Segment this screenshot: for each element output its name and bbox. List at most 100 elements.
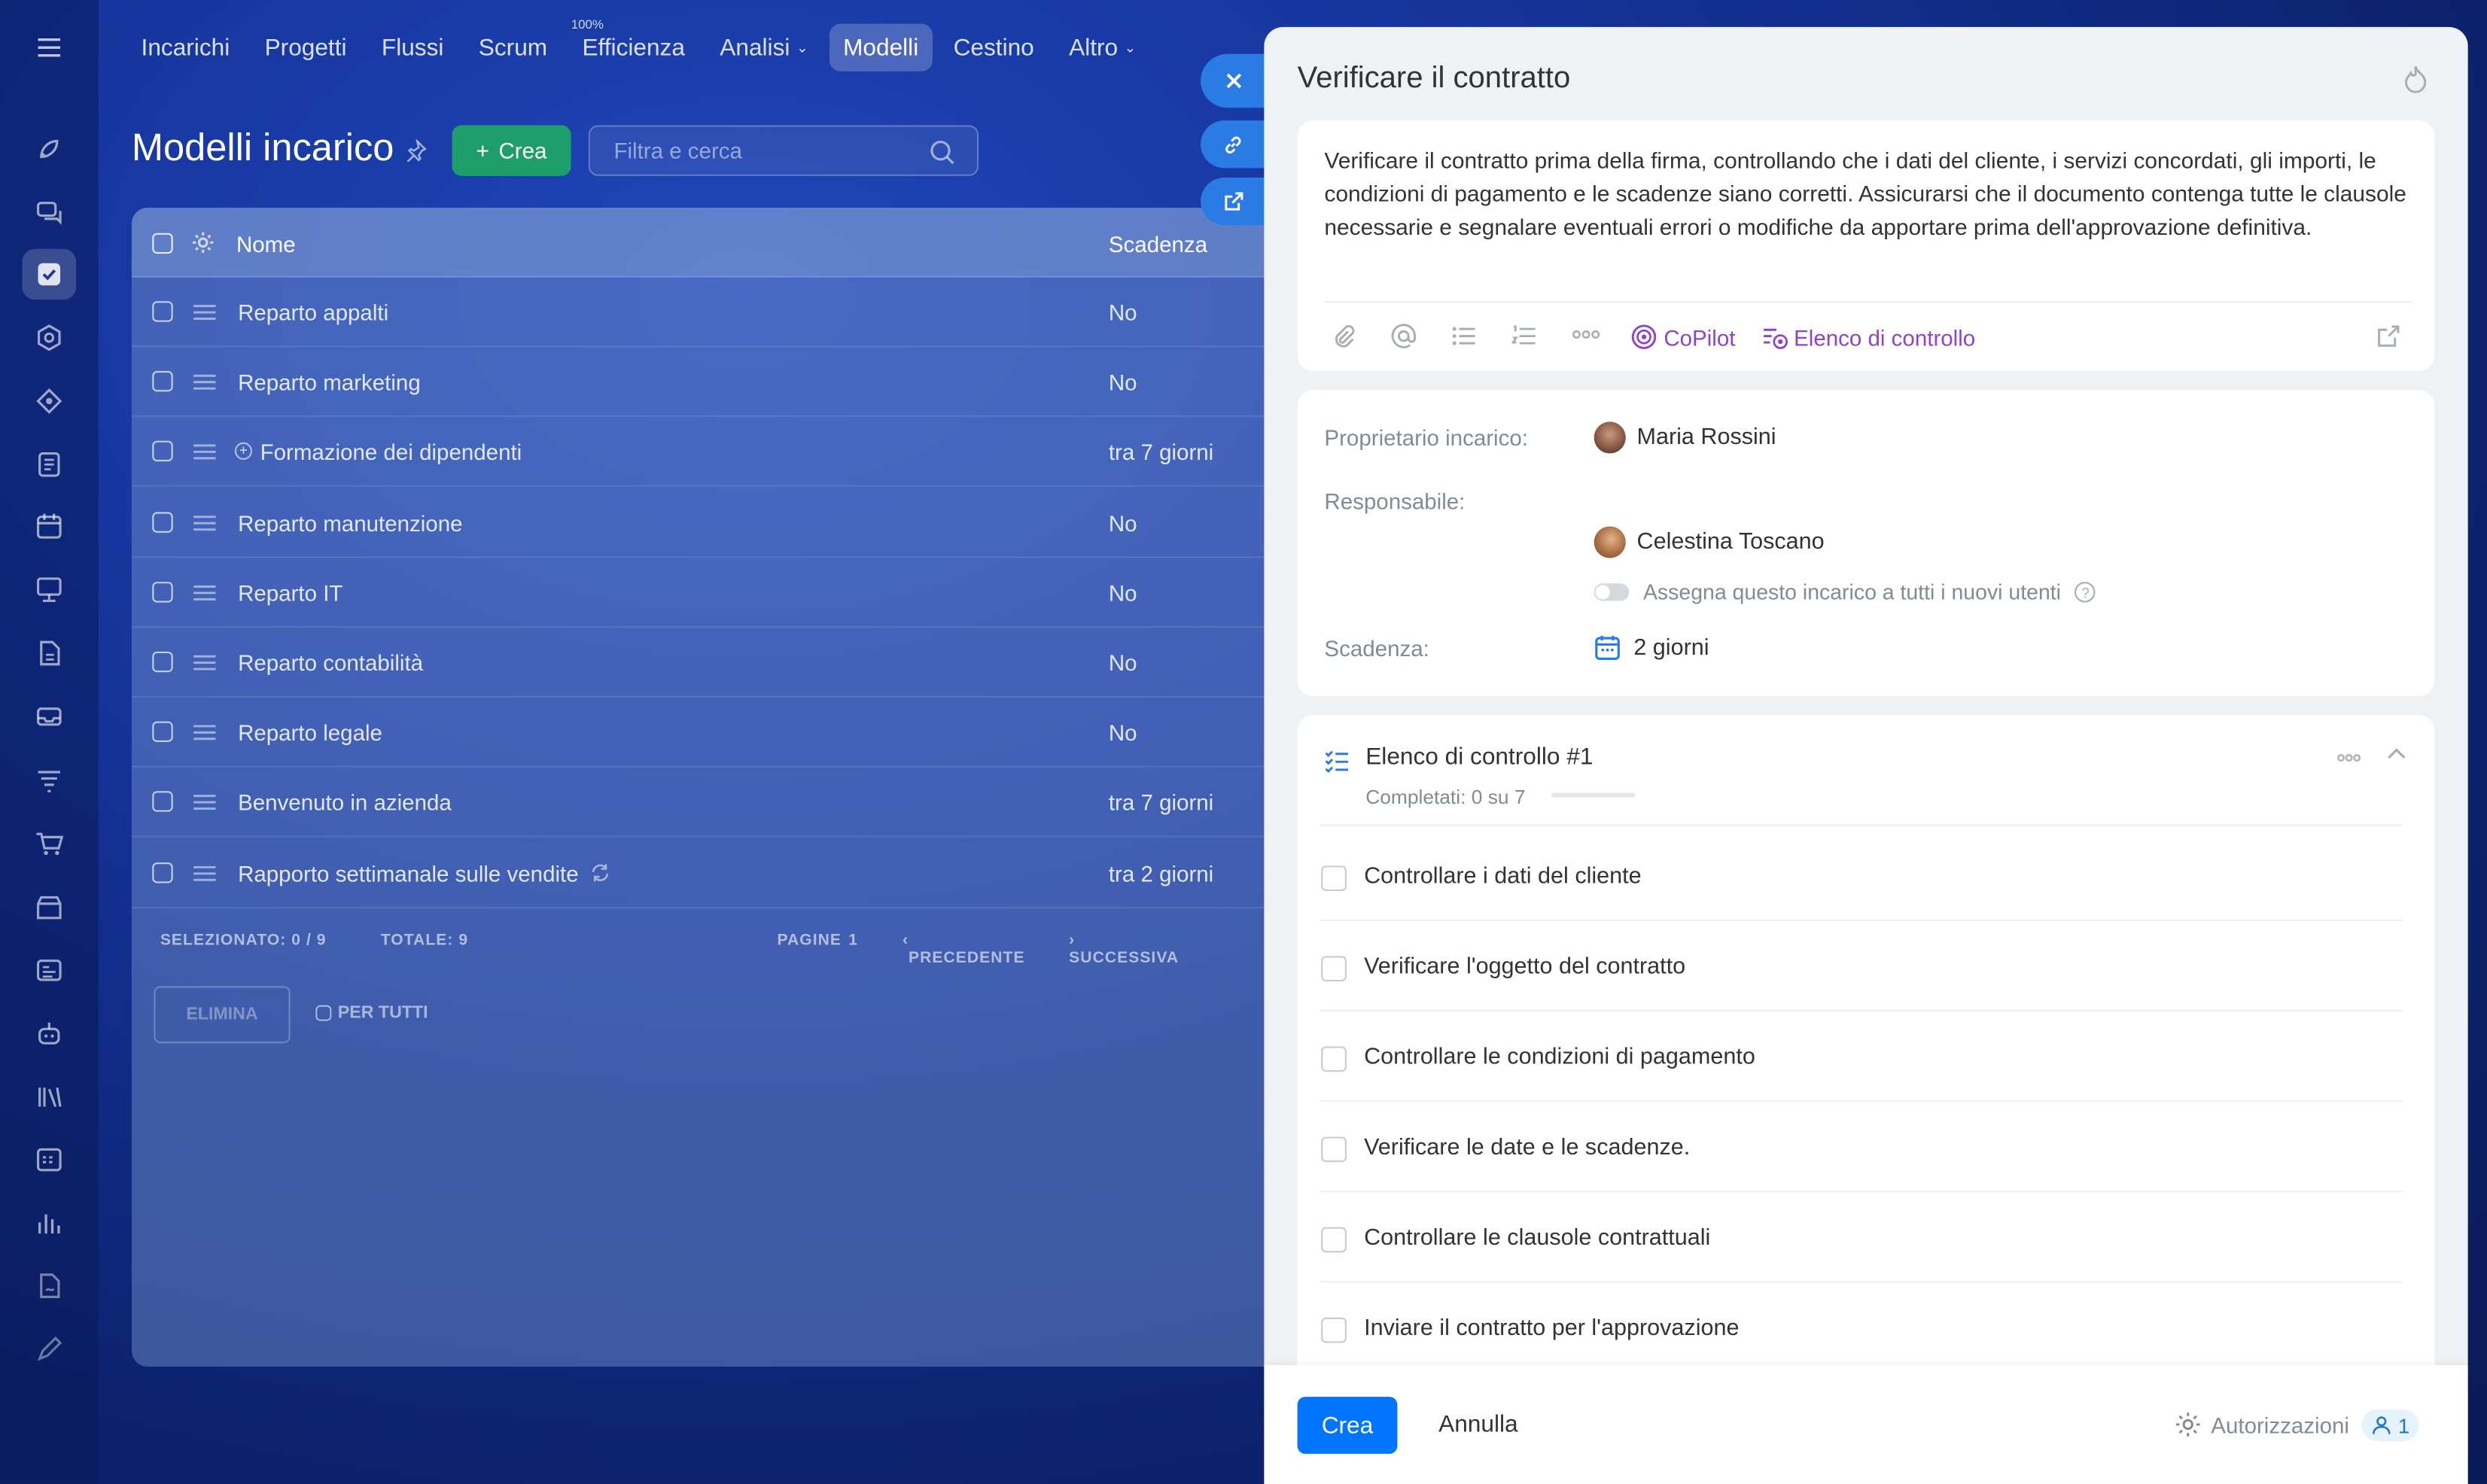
search-box[interactable]	[588, 125, 979, 176]
schedule-icon[interactable]	[22, 1133, 76, 1184]
document-icon[interactable]	[22, 439, 76, 490]
row-checkbox[interactable]	[152, 792, 173, 813]
row-name[interactable]: Reparto marketing	[238, 369, 421, 395]
contact-card-icon[interactable]	[22, 945, 76, 996]
nav-scrum[interactable]: Scrum	[464, 24, 562, 71]
bullet-list-icon[interactable]	[1451, 324, 1477, 349]
checklist-item[interactable]: Controllare le clausole contrattuali	[1320, 1192, 2403, 1283]
pin-icon[interactable]	[404, 139, 427, 162]
library-icon[interactable]	[22, 1072, 76, 1122]
row-checkbox[interactable]	[152, 441, 173, 462]
responsible-user[interactable]: Celestina Toscano	[1594, 526, 1825, 558]
row-name[interactable]: Reparto legale	[238, 720, 382, 746]
help-icon[interactable]: ?	[2075, 582, 2096, 603]
drag-handle-icon[interactable]	[193, 305, 216, 321]
rocket-icon[interactable]	[22, 123, 76, 174]
row-checkbox[interactable]	[152, 581, 173, 603]
table-row[interactable]: Reparto appalti No	[131, 278, 1306, 348]
more-icon[interactable]	[2336, 753, 2362, 763]
row-name[interactable]: Reparto IT	[238, 580, 342, 606]
assign-all-toggle[interactable]	[1594, 583, 1629, 601]
row-name[interactable]: Rapporto settimanale sulle vendite	[238, 860, 579, 886]
cart-icon[interactable]	[22, 818, 76, 868]
menu-icon[interactable]	[22, 22, 76, 72]
drag-handle-icon[interactable]	[193, 725, 216, 740]
row-checkbox[interactable]	[152, 301, 173, 322]
table-row[interactable]: Rapporto settimanale sulle vendite tra 2 …	[131, 838, 1306, 908]
checklist-item[interactable]: Inviare il contratto per l'approvazione	[1320, 1282, 2403, 1373]
nav-efficienza[interactable]: 100% Efficienza	[568, 17, 699, 71]
cancel-button[interactable]: Annulla	[1438, 1411, 1517, 1438]
nav-analisi[interactable]: Analisi ⌄	[705, 24, 822, 71]
checklist-item-checkbox[interactable]	[1321, 1317, 1347, 1343]
row-checkbox[interactable]	[152, 511, 173, 533]
checklist-item-text[interactable]: Controllare le condizioni di pagamento	[1364, 1045, 1755, 1070]
table-row[interactable]: Reparto contabilità No	[131, 628, 1306, 698]
hexagon-icon[interactable]	[22, 312, 76, 363]
column-due[interactable]: Scadenza	[1109, 232, 1207, 257]
checklist-title[interactable]: Elenco di controllo #1	[1365, 744, 1593, 771]
tasks-icon[interactable]	[22, 248, 77, 300]
flame-icon[interactable]	[2404, 65, 2427, 93]
checklist-item-text[interactable]: Verificare l'oggetto del contratto	[1364, 954, 1685, 980]
create-template-button[interactable]: + Crea	[452, 125, 571, 176]
row-checkbox[interactable]	[152, 721, 173, 743]
nav-progetti[interactable]: Progetti	[251, 24, 361, 71]
subtask-expand-icon[interactable]: +	[234, 442, 253, 461]
for-all-checkbox[interactable]: PER TUTTI	[315, 1004, 428, 1023]
add-checklist-button[interactable]: Elenco di controllo	[1762, 324, 1975, 351]
chevron-up-icon[interactable]	[2387, 747, 2406, 759]
table-row[interactable]: Reparto IT No	[131, 558, 1306, 628]
nav-modelli[interactable]: Modelli	[829, 23, 933, 71]
task-description[interactable]: Verificare il contratto prima della firm…	[1324, 146, 2412, 246]
checklist-item-checkbox[interactable]	[1321, 865, 1347, 892]
store-icon[interactable]	[22, 881, 76, 932]
nav-cestino[interactable]: Cestino	[939, 24, 1049, 71]
checklist-item-checkbox[interactable]	[1321, 1136, 1347, 1163]
inbox-icon[interactable]	[22, 692, 76, 742]
checklist-item[interactable]: Controllare i dati del cliente	[1320, 831, 2403, 922]
due-date-field[interactable]: 2 giorni	[1594, 634, 1709, 661]
numbered-list-icon[interactable]	[1511, 324, 1537, 349]
robot-icon[interactable]	[22, 1008, 76, 1059]
row-name[interactable]: Formazione dei dipendenti	[260, 439, 522, 465]
row-name[interactable]: Benvenuto in azienda	[238, 790, 452, 816]
row-name[interactable]: Reparto manutenzione	[238, 510, 462, 536]
file-icon[interactable]	[22, 628, 76, 678]
previous-page-button[interactable]: ‹ PRECEDENTE	[903, 932, 1024, 967]
drag-handle-icon[interactable]	[193, 795, 216, 810]
calendar-icon[interactable]	[22, 501, 76, 552]
copilot-button[interactable]: CoPilot	[1630, 324, 1735, 351]
next-page-button[interactable]: SUCCESSIVA ›	[1069, 932, 1178, 967]
attachment-icon[interactable]	[1331, 324, 1356, 349]
delete-button[interactable]: ELIMINA	[154, 986, 291, 1044]
nav-flussi[interactable]: Flussi	[367, 24, 458, 71]
row-checkbox[interactable]	[152, 371, 173, 392]
row-name[interactable]: Reparto appalti	[238, 300, 388, 325]
drag-handle-icon[interactable]	[193, 655, 216, 671]
select-all-checkbox[interactable]	[152, 233, 173, 254]
row-checkbox[interactable]	[152, 862, 173, 883]
checklist-item-checkbox[interactable]	[1321, 956, 1347, 982]
checklist-item-text[interactable]: Controllare i dati del cliente	[1364, 864, 1642, 889]
drag-handle-icon[interactable]	[193, 375, 216, 391]
nav-altro[interactable]: Altro ⌄	[1055, 24, 1150, 71]
analytics-icon[interactable]	[22, 1197, 76, 1248]
row-checkbox[interactable]	[152, 651, 173, 673]
drag-handle-icon[interactable]	[193, 865, 216, 880]
table-row[interactable]: Reparto legale No	[131, 698, 1306, 768]
checklist-item-checkbox[interactable]	[1321, 1227, 1347, 1253]
chat-icon[interactable]	[22, 187, 76, 238]
presentation-icon[interactable]	[22, 564, 76, 615]
row-name[interactable]: Reparto contabilità	[238, 650, 423, 676]
checklist-item-text[interactable]: Inviare il contratto per l'approvazione	[1364, 1316, 1739, 1342]
table-row[interactable]: + Formazione dei dipendenti tra 7 giorni	[131, 418, 1306, 488]
checklist-item[interactable]: Controllare le condizioni di pagamento	[1320, 1011, 2403, 1102]
drag-handle-icon[interactable]	[193, 445, 216, 461]
table-row[interactable]: Reparto manutenzione No	[131, 488, 1306, 558]
table-row[interactable]: Reparto marketing No	[131, 348, 1306, 418]
permissions-count-badge[interactable]: 1	[2361, 1409, 2419, 1442]
checklist-item-text[interactable]: Verificare le date e le scadenze.	[1364, 1135, 1690, 1160]
create-button[interactable]: Crea	[1297, 1397, 1398, 1454]
checklist-item[interactable]: Verificare l'oggetto del contratto	[1320, 921, 2403, 1012]
